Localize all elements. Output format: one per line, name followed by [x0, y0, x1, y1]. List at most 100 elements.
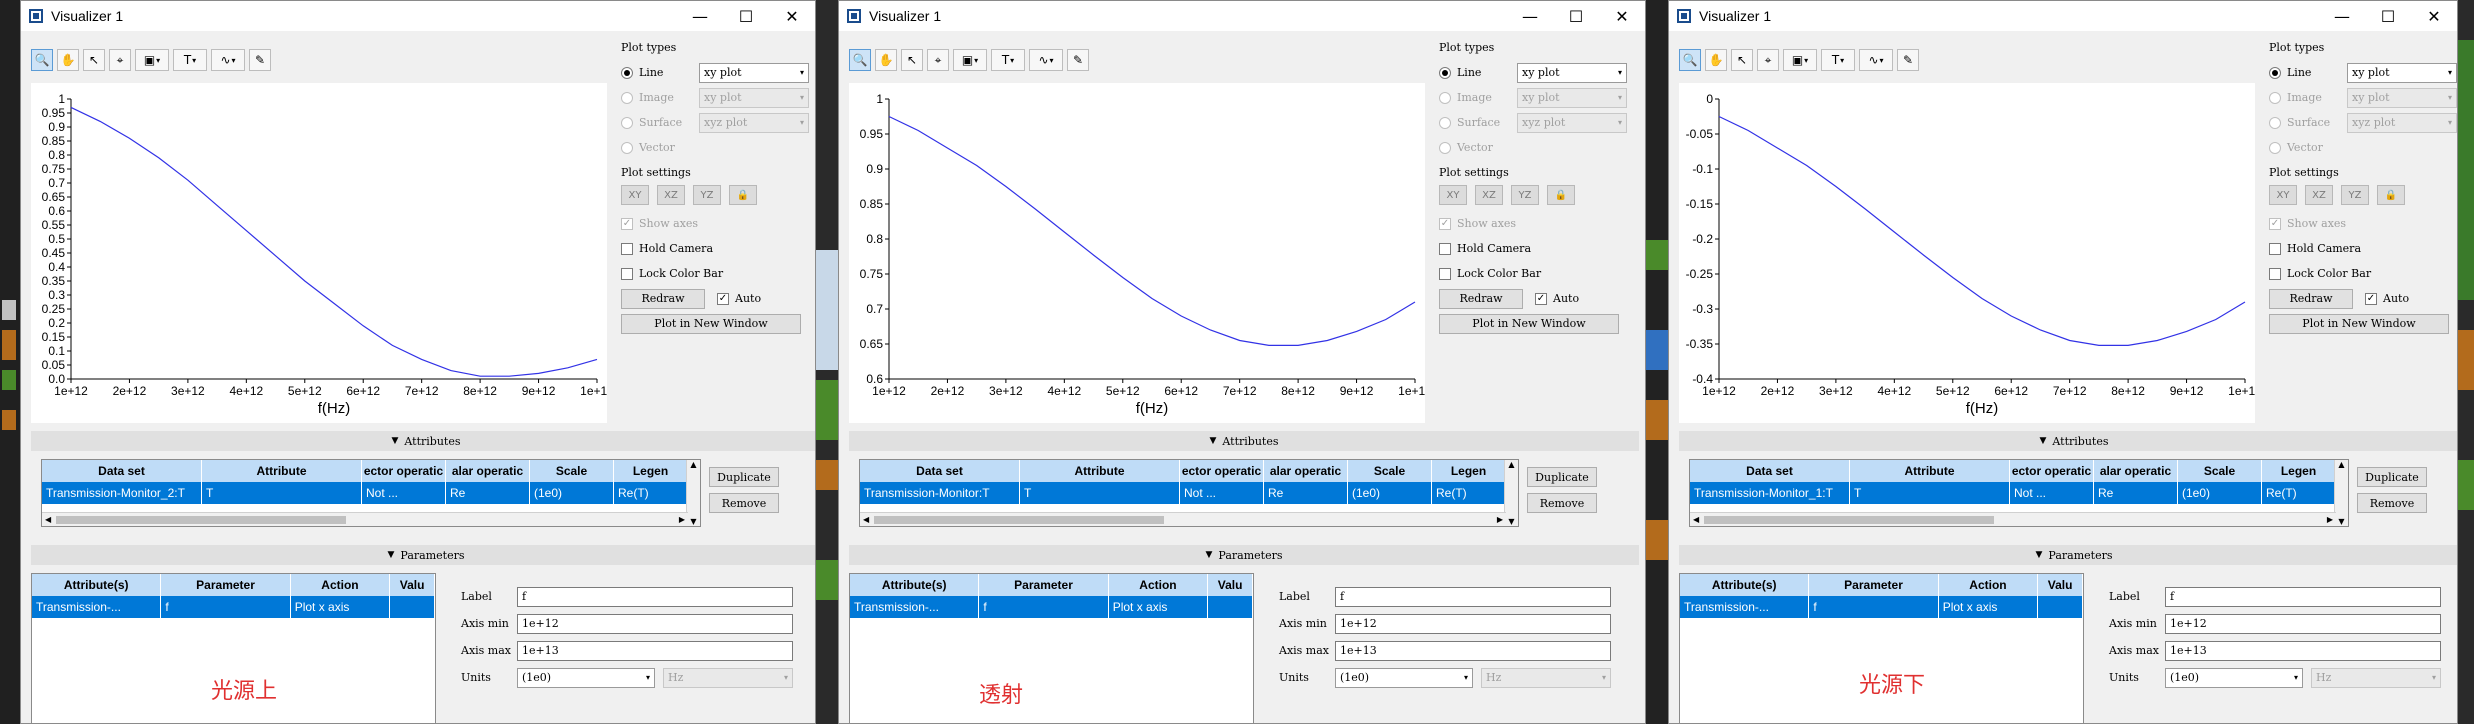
col-scalar-operation[interactable]: alar operatic: [1264, 460, 1348, 482]
attributes-hscroll[interactable]: ◀ ▶: [860, 512, 1506, 526]
attributes-table[interactable]: Data set Attribute ector operatic alar o…: [41, 459, 701, 527]
auto-checkbox[interactable]: ✓: [1535, 292, 1547, 305]
plot-new-window-button[interactable]: Plot in New Window: [2269, 313, 2449, 334]
attributes-hscroll[interactable]: ◀ ▶: [1690, 512, 2336, 526]
redraw-button[interactable]: Redraw: [1439, 288, 1523, 309]
minimize-button[interactable]: —: [677, 1, 723, 31]
col-value[interactable]: Valu: [390, 574, 435, 596]
col-action[interactable]: Action: [1109, 574, 1209, 596]
surface-radio[interactable]: [621, 116, 633, 129]
image-radio[interactable]: [2269, 91, 2281, 104]
col-attribute[interactable]: Attribute: [1020, 460, 1180, 482]
line-radio[interactable]: [2269, 66, 2281, 79]
surface-plot-select[interactable]: xyz plot ▾: [1517, 112, 1627, 133]
col-scale[interactable]: Scale: [1348, 460, 1432, 482]
plot-area[interactable]: 1 0.95 0.9 0.85 0.8 0.75 0.7 0.65 0.6 1e+12 2e+12 3…: [849, 83, 1432, 423]
units-scale-select[interactable]: (1e0) ▾: [1335, 667, 1473, 688]
close-button[interactable]: ✕: [769, 1, 815, 31]
label-input[interactable]: f: [517, 586, 793, 607]
lock-icon[interactable]: 🔒: [2377, 185, 2405, 205]
col-attribute[interactable]: Attribute: [1850, 460, 2010, 482]
vector-radio[interactable]: [2269, 141, 2281, 154]
plot-new-window-button[interactable]: Plot in New Window: [1439, 313, 1619, 334]
table-row[interactable]: Transmission-... f Plot x axis: [32, 596, 435, 618]
surface-radio[interactable]: [2269, 116, 2281, 129]
pan-icon[interactable]: ✋: [57, 49, 79, 71]
col-data-set[interactable]: Data set: [42, 460, 202, 482]
col-vector-operation[interactable]: ector operatic: [1180, 460, 1264, 482]
col-vector-operation[interactable]: ector operatic: [362, 460, 446, 482]
col-action[interactable]: Action: [1939, 574, 2039, 596]
table-row[interactable]: Transmission-Monitor:T T Not ... Re (1e0…: [860, 482, 1518, 504]
table-row[interactable]: Transmission-Monitor_1:T T Not ... Re (1…: [1690, 482, 2348, 504]
units-unit-select[interactable]: Hz ▾: [1481, 667, 1611, 688]
attributes-section-header[interactable]: ▼ Attributes: [1679, 431, 2457, 451]
plot-new-window-button[interactable]: Plot in New Window: [621, 313, 801, 334]
view-xz-button[interactable]: XZ: [657, 185, 685, 205]
line-plot-select[interactable]: xy plot ▾: [1517, 62, 1627, 83]
col-parameter[interactable]: Parameter: [161, 574, 291, 596]
line-plot-select[interactable]: xy plot ▾: [699, 62, 809, 83]
line-radio[interactable]: [1439, 66, 1451, 79]
redraw-button[interactable]: Redraw: [621, 288, 705, 309]
table-row[interactable]: Transmission-... f Plot x axis: [850, 596, 1253, 618]
close-button[interactable]: ✕: [1599, 1, 1645, 31]
marker-icon[interactable]: ∿ ▾: [211, 49, 245, 71]
maximize-button[interactable]: ☐: [723, 1, 769, 31]
view-yz-button[interactable]: YZ: [693, 185, 721, 205]
show-axes-checkbox[interactable]: ✓: [2269, 217, 2281, 230]
line-plot-select[interactable]: xy plot ▾: [2347, 62, 2457, 83]
col-attribute[interactable]: Attribute: [202, 460, 362, 482]
view-xy-button[interactable]: XY: [621, 185, 649, 205]
col-scalar-operation[interactable]: alar operatic: [2094, 460, 2178, 482]
maximize-button[interactable]: ☐: [2365, 1, 2411, 31]
units-unit-select[interactable]: Hz ▾: [663, 667, 793, 688]
zoom-icon[interactable]: 🔍: [31, 49, 53, 71]
attributes-table[interactable]: Data set Attribute ector operatic alar o…: [1689, 459, 2349, 527]
remove-button[interactable]: Remove: [709, 493, 779, 513]
title-bar[interactable]: Visualizer 1 — ☐ ✕: [21, 1, 815, 31]
col-legend[interactable]: Legen: [614, 460, 688, 482]
auto-checkbox[interactable]: ✓: [717, 292, 729, 305]
select-icon[interactable]: ↖: [901, 49, 923, 71]
duplicate-button[interactable]: Duplicate: [709, 467, 779, 487]
plot-type-line[interactable]: Line xy plot ▾: [621, 60, 815, 85]
text-icon[interactable]: T ▾: [173, 49, 207, 71]
attributes-vscroll[interactable]: ▲ ▼: [686, 460, 700, 526]
line-radio[interactable]: [621, 66, 633, 79]
surface-plot-select[interactable]: xyz plot ▾: [2347, 112, 2457, 133]
minimize-button[interactable]: —: [2319, 1, 2365, 31]
units-scale-select[interactable]: (1e0) ▾: [2165, 667, 2303, 688]
attributes-section-header[interactable]: ▼ Attributes: [849, 431, 1639, 451]
pointer-icon[interactable]: ⌖: [109, 49, 131, 71]
show-axes-checkbox[interactable]: ✓: [1439, 217, 1451, 230]
col-legend[interactable]: Legen: [2262, 460, 2336, 482]
redraw-button[interactable]: Redraw: [2269, 288, 2353, 309]
maximize-button[interactable]: ☐: [1553, 1, 1599, 31]
axis-max-input[interactable]: 1e+13: [517, 640, 793, 661]
remove-button[interactable]: Remove: [1527, 493, 1597, 513]
parameters-section-header[interactable]: ▼ Parameters: [31, 545, 815, 565]
table-row[interactable]: Transmission-... f Plot x axis: [1680, 596, 2083, 618]
marker-icon[interactable]: ∿ ▾: [1029, 49, 1063, 71]
auto-checkbox[interactable]: ✓: [2365, 292, 2377, 305]
pencil-icon[interactable]: ✎: [1067, 49, 1089, 71]
axis-max-input[interactable]: 1e+13: [1335, 640, 1611, 661]
hold-camera-checkbox[interactable]: [1439, 242, 1451, 255]
parameters-table[interactable]: Attribute(s) Parameter Action Valu Trans…: [1679, 573, 2084, 723]
col-scale[interactable]: Scale: [530, 460, 614, 482]
units-unit-select[interactable]: Hz ▾: [2311, 667, 2441, 688]
pan-icon[interactable]: ✋: [875, 49, 897, 71]
pointer-icon[interactable]: ⌖: [1757, 49, 1779, 71]
plot-area[interactable]: 1 0.95 0.9 0.85 0.8 0.75 0.7 0.65 0.6 0.55 0.5 0.45…: [31, 83, 614, 423]
show-axes-checkbox[interactable]: ✓: [621, 217, 633, 230]
attributes-vscroll[interactable]: ▲ ▼: [2334, 460, 2348, 526]
view-xz-button[interactable]: XZ: [2305, 185, 2333, 205]
remove-button[interactable]: Remove: [2357, 493, 2427, 513]
hold-camera-checkbox[interactable]: [621, 242, 633, 255]
col-legend[interactable]: Legen: [1432, 460, 1506, 482]
axis-min-input[interactable]: 1e+12: [517, 613, 793, 634]
view-xy-button[interactable]: XY: [1439, 185, 1467, 205]
col-scalar-operation[interactable]: alar operatic: [446, 460, 530, 482]
text-icon[interactable]: T ▾: [991, 49, 1025, 71]
